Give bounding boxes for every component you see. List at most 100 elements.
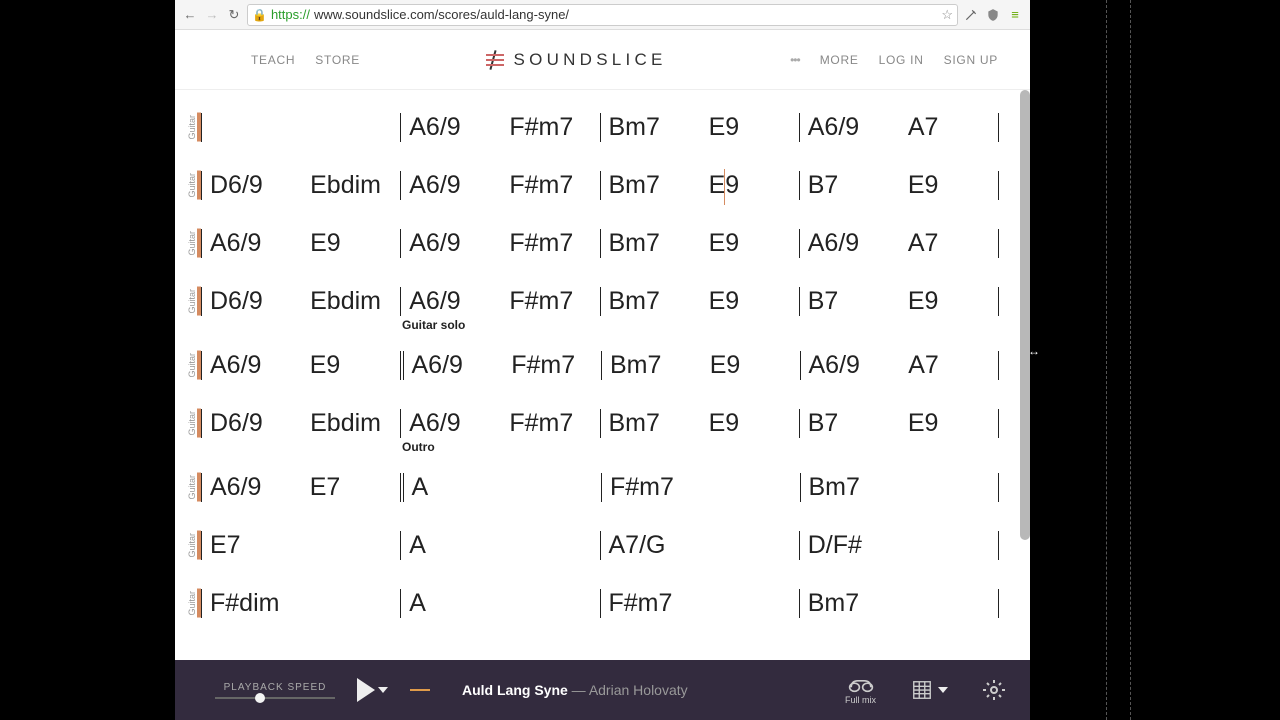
chord[interactable]: A7 <box>908 351 998 380</box>
play-button[interactable] <box>357 678 388 702</box>
chord-line[interactable]: GuitarF#dimAF#m7Bm7 <box>187 586 1000 620</box>
measure[interactable]: Bm7E9 <box>600 113 799 142</box>
chord[interactable]: F#m7 <box>509 113 599 142</box>
notation-button[interactable] <box>910 679 948 701</box>
measure[interactable]: A7/G <box>600 531 799 560</box>
measure[interactable]: A <box>400 473 602 502</box>
measure[interactable]: A6/9 F#m7 <box>400 351 602 380</box>
chord[interactable]: Bm7 <box>609 229 699 258</box>
chord[interactable]: B7 <box>808 409 898 438</box>
chord[interactable]: A7 <box>908 229 998 258</box>
chord[interactable]: F#m7 <box>509 287 599 316</box>
speed-slider[interactable] <box>215 697 335 699</box>
chord[interactable]: Bm7 <box>809 473 999 502</box>
chord[interactable]: A6/9 <box>409 171 499 200</box>
nav-signup[interactable]: SIGN UP <box>944 53 998 67</box>
measure[interactable]: F#dim <box>201 589 400 618</box>
chord[interactable]: A6/9 <box>210 229 300 258</box>
chord[interactable]: A6/9 <box>412 351 502 380</box>
speed-slider-thumb[interactable] <box>255 693 265 703</box>
chord[interactable]: A6/9 <box>210 473 300 502</box>
chord[interactable]: D6/9 <box>210 287 300 316</box>
measure[interactable]: Bm7 <box>800 473 999 502</box>
measure[interactable]: A <box>400 531 599 560</box>
chord[interactable]: A6/9 <box>409 113 499 142</box>
chord-line[interactable]: GuitarD6/9EbdimA6/9F#m7Bm7E9B7E9 <box>187 406 1000 440</box>
chord[interactable]: F#m7 <box>509 171 599 200</box>
chord[interactable]: A7 <box>908 113 998 142</box>
chord[interactable]: Ebdim <box>310 171 400 200</box>
measure[interactable]: A6/9E9 <box>201 351 400 380</box>
chord[interactable]: E7 <box>210 531 400 560</box>
measure[interactable]: Bm7 <box>799 589 998 618</box>
sheet-scroll-area[interactable]: GuitarA6/9F#m7Bm7E9A6/9A7GuitarD6/9Ebdim… <box>175 90 1030 660</box>
chord[interactable]: E9 <box>908 287 998 316</box>
chord[interactable]: B7 <box>808 171 898 200</box>
chord[interactable]: A6/9 <box>409 409 499 438</box>
star-icon[interactable]: ☆ <box>941 7 953 23</box>
speed-control[interactable]: PLAYBACK SPEED <box>215 682 335 699</box>
chord[interactable]: A6/9 <box>809 351 899 380</box>
chord[interactable]: F#m7 <box>509 409 599 438</box>
measure[interactable]: A6/9A7 <box>799 229 998 258</box>
menu-icon[interactable]: ≡ <box>1006 6 1024 24</box>
measure[interactable]: A6/9 F#m7 <box>400 171 599 200</box>
measure[interactable]: Bm7E9 <box>600 287 799 316</box>
chord[interactable]: Bm7 <box>609 113 699 142</box>
measure[interactable]: B7E9 <box>799 409 998 438</box>
measure[interactable]: Bm7E9 <box>600 229 799 258</box>
chord-line[interactable]: GuitarE7AA7/GD/F# <box>187 528 1000 562</box>
measure[interactable]: Bm7 E9 <box>600 171 799 200</box>
measure[interactable]: D6/9 Ebdim <box>201 287 400 316</box>
chord[interactable]: Bm7 <box>610 351 700 380</box>
chord[interactable]: Ebdim <box>310 409 400 438</box>
chord[interactable]: E9 <box>709 409 799 438</box>
chord[interactable]: A <box>412 473 602 502</box>
chord[interactable]: D6/9 <box>210 171 300 200</box>
mix-button[interactable]: Full mix <box>845 675 876 705</box>
chord[interactable]: A6/9 <box>808 113 898 142</box>
measure[interactable]: A <box>400 589 599 618</box>
chord[interactable]: F#m7 <box>511 351 601 380</box>
chord[interactable]: D6/9 <box>210 409 300 438</box>
chord[interactable]: Ebdim <box>310 287 400 316</box>
chord-line[interactable]: GuitarA6/9E9A6/9F#m7Bm7E9A6/9A7 <box>187 226 1000 260</box>
chord[interactable]: Bm7 <box>808 589 998 618</box>
chord[interactable]: A6/9 <box>409 287 499 316</box>
extension-shield-icon[interactable] <box>984 6 1002 24</box>
measure[interactable]: A6/9 F#m7 <box>400 229 599 258</box>
scrollbar-thumb[interactable] <box>1020 90 1030 540</box>
chord[interactable]: E7 <box>310 473 400 502</box>
chord[interactable]: B7 <box>808 287 898 316</box>
chord[interactable]: F#m7 <box>509 229 599 258</box>
chord[interactable]: A6/9 <box>409 229 499 258</box>
chord[interactable]: E9 <box>709 171 799 200</box>
measure[interactable]: E7 <box>201 531 400 560</box>
measure[interactable]: D6/9 Ebdim <box>201 171 400 200</box>
chord[interactable]: E9 <box>310 351 400 380</box>
forward-icon[interactable]: → <box>203 6 221 24</box>
address-bar[interactable]: 🔒 https://www.soundslice.com/scores/auld… <box>247 4 958 26</box>
logo[interactable]: SOUNDSLICE <box>484 48 667 72</box>
chord-line[interactable]: GuitarA6/9F#m7Bm7E9A6/9A7 <box>187 110 1000 144</box>
measure[interactable]: Bm7E9 <box>601 351 800 380</box>
measure[interactable]: A6/9 F#m7 <box>400 409 599 438</box>
nav-store[interactable]: STORE <box>315 53 360 67</box>
more-dots-icon[interactable]: ••• <box>790 53 800 67</box>
nav-more[interactable]: MORE <box>820 53 859 67</box>
measure[interactable]: A6/9 E7 <box>201 473 400 502</box>
extension-magic-icon[interactable] <box>962 6 980 24</box>
measure[interactable]: D/F# <box>799 531 998 560</box>
measure[interactable]: F#m7 <box>600 589 799 618</box>
measure[interactable]: D6/9 Ebdim <box>201 409 400 438</box>
measure[interactable]: A6/9 A7 <box>800 351 999 380</box>
reload-icon[interactable]: ↻ <box>225 6 243 24</box>
measure[interactable] <box>201 113 400 142</box>
chord[interactable]: Bm7 <box>609 171 699 200</box>
measure[interactable]: A6/9 A7 <box>799 113 998 142</box>
measure[interactable]: B7E9 <box>799 171 998 200</box>
chord[interactable]: F#m7 <box>610 473 800 502</box>
chord[interactable]: A <box>409 589 599 618</box>
chord-line[interactable]: GuitarD6/9EbdimA6/9F#m7Bm7E9B7E9 <box>187 284 1000 318</box>
chord[interactable]: D/F# <box>808 531 998 560</box>
